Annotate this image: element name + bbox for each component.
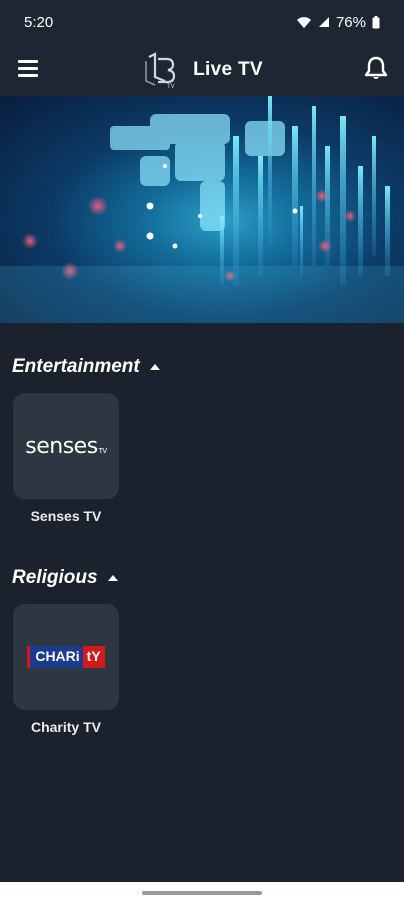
logo-sub: TV [167,84,175,89]
status-time: 5:20 [24,13,54,31]
gesture-bar [0,882,404,900]
senses-logo: sensesTV [25,433,107,459]
channel-name: Senses TV [30,508,102,524]
section-header-entertainment[interactable]: Entertainment [12,356,160,378]
channel-tile[interactable]: sensesTV [13,393,119,499]
battery-icon [372,15,380,28]
channel-card-senses-tv[interactable]: sensesTV Senses TV [13,393,119,524]
hamburger-menu-icon[interactable] [18,56,42,80]
bell-icon[interactable] [362,54,390,82]
caret-up-icon [107,575,118,581]
wifi-icon [296,16,311,28]
signal-icon [318,17,329,27]
channel-tile[interactable]: CHARi tY [13,604,119,710]
home-indicator[interactable] [142,891,262,895]
hero-graphic [0,96,404,323]
channel-name: Charity TV [30,719,101,735]
status-icons: 76% [296,14,380,31]
section-title: Religious [12,567,98,588]
status-bar: 5:20 76% [0,0,404,44]
brand: TV Live TV [141,51,263,89]
charity-logo: CHARi tY [27,646,105,668]
channel-card-charity-tv[interactable]: CHARi tY Charity TV [13,604,119,735]
battery-percent: 76% [335,13,366,31]
app-bar: TV Live TV [0,44,404,96]
caret-up-icon [149,364,160,370]
hero-banner [0,96,404,323]
section-header-religious[interactable]: Religious [12,567,118,589]
lb-tv-logo: TV [145,52,176,89]
section-title: Entertainment [12,356,140,377]
page-title: Live TV [193,59,263,80]
